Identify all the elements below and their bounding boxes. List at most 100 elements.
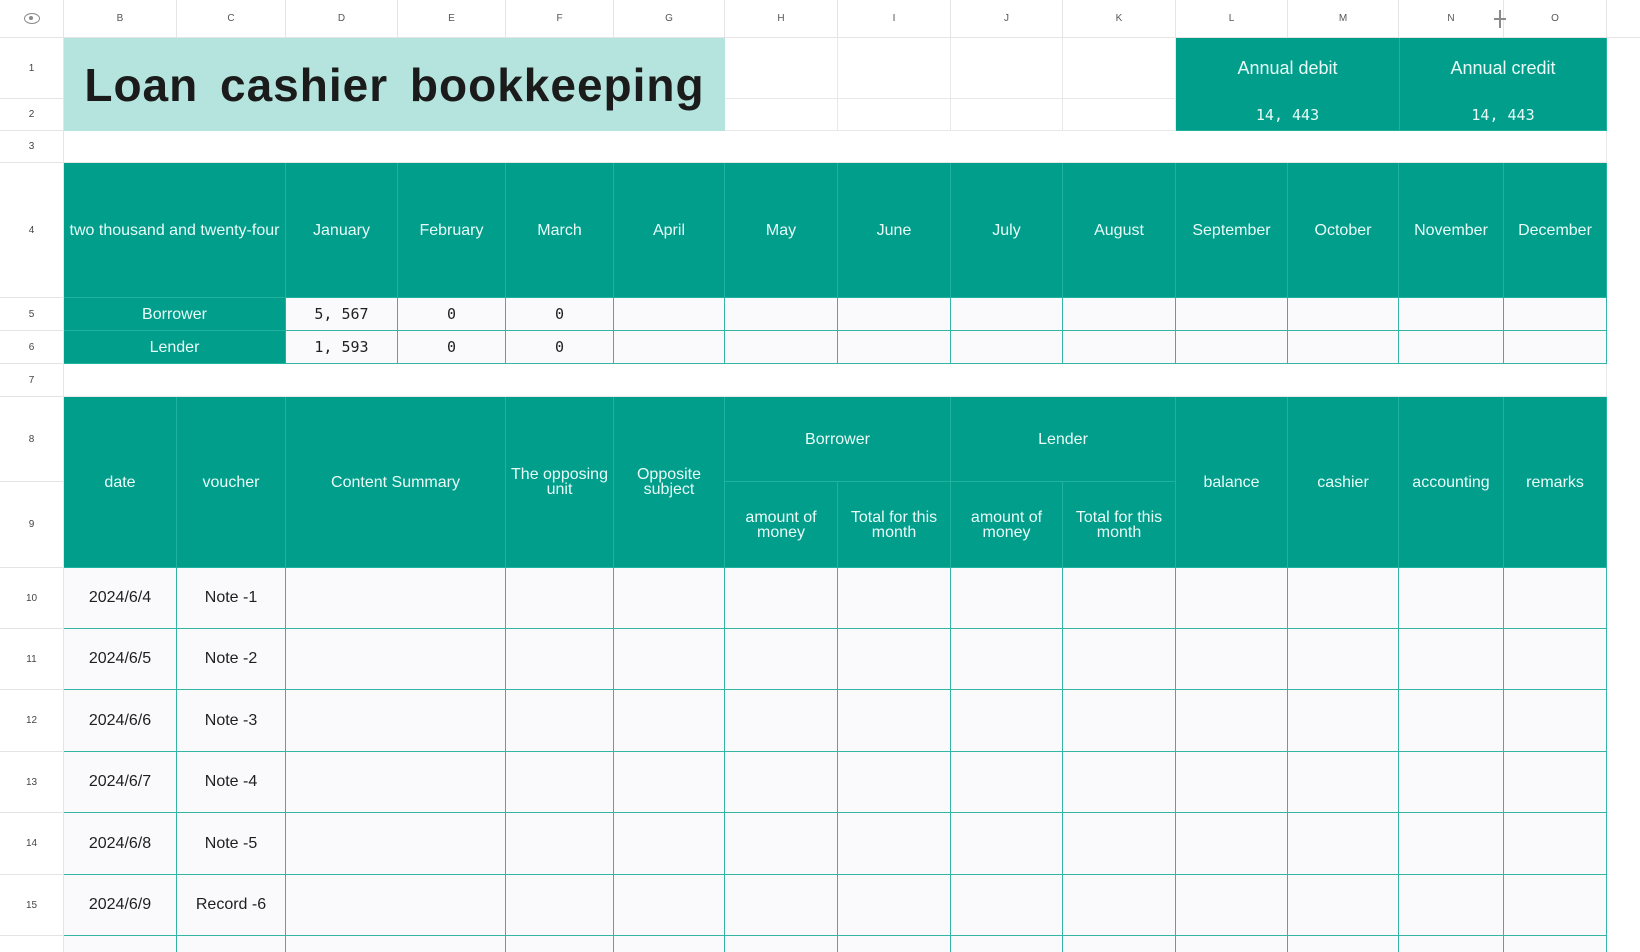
- borrower-july[interactable]: [951, 298, 1063, 331]
- ledger-cell-borrower-amount[interactable]: [725, 875, 838, 936]
- ledger-cell-voucher[interactable]: Note -4: [177, 752, 286, 813]
- column-header-f[interactable]: F: [506, 0, 614, 38]
- annual-debit-value[interactable]: 14, 443: [1176, 99, 1400, 131]
- ledger-cell-opposite-subject[interactable]: [614, 568, 725, 629]
- row-header-3[interactable]: 3: [0, 131, 64, 163]
- ledger-cell-opposing-unit[interactable]: [506, 875, 614, 936]
- row-header-7[interactable]: 7: [0, 364, 64, 397]
- lender-april[interactable]: [614, 331, 725, 364]
- cell-j1[interactable]: [951, 38, 1063, 99]
- row-header-4[interactable]: 4: [0, 163, 64, 298]
- ledger-cell-lender-total[interactable]: [1063, 936, 1176, 952]
- ledger-cell-opposing-unit[interactable]: [506, 936, 614, 952]
- column-header-d[interactable]: D: [286, 0, 398, 38]
- ledger-cell-remarks[interactable]: [1504, 629, 1607, 690]
- ledger-cell-accounting[interactable]: [1399, 629, 1504, 690]
- ledger-cell-lender-amount[interactable]: [951, 568, 1063, 629]
- ledger-cell-balance[interactable]: [1176, 629, 1288, 690]
- lender-june[interactable]: [838, 331, 951, 364]
- cell-h2[interactable]: [725, 99, 838, 131]
- ledger-cell-voucher[interactable]: Note -2: [177, 629, 286, 690]
- ledger-cell-remarks[interactable]: [1504, 752, 1607, 813]
- ledger-cell-opposite-subject[interactable]: [614, 875, 725, 936]
- ledger-cell-cashier[interactable]: [1288, 936, 1399, 952]
- ledger-cell-voucher[interactable]: [177, 936, 286, 952]
- row-header-11[interactable]: 11: [0, 629, 64, 690]
- cell-h1[interactable]: [725, 38, 838, 99]
- ledger-cell-opposite-subject[interactable]: [614, 936, 725, 952]
- row-3-blank[interactable]: [64, 131, 1607, 163]
- row-header-9[interactable]: 9: [0, 482, 64, 568]
- borrower-april[interactable]: [614, 298, 725, 331]
- borrower-january[interactable]: 5, 567: [286, 298, 398, 331]
- row-header-6[interactable]: 6: [0, 331, 64, 364]
- ledger-cell-summary[interactable]: [286, 936, 506, 952]
- ledger-cell-lender-total[interactable]: [1063, 568, 1176, 629]
- row-header-15[interactable]: 15: [0, 875, 64, 936]
- ledger-cell-cashier[interactable]: [1288, 752, 1399, 813]
- ledger-cell-summary[interactable]: [286, 752, 506, 813]
- cell-k1[interactable]: [1063, 38, 1176, 99]
- cell-i1[interactable]: [838, 38, 951, 99]
- select-all-corner[interactable]: [0, 0, 64, 38]
- ledger-cell-lender-total[interactable]: [1063, 690, 1176, 752]
- ledger-cell-opposite-subject[interactable]: [614, 690, 725, 752]
- ledger-cell-date[interactable]: 2024/6/8: [64, 813, 177, 875]
- lender-february[interactable]: 0: [398, 331, 506, 364]
- ledger-cell-borrower-amount[interactable]: [725, 752, 838, 813]
- column-header-h[interactable]: H: [725, 0, 838, 38]
- ledger-cell-summary[interactable]: [286, 629, 506, 690]
- borrower-june[interactable]: [838, 298, 951, 331]
- ledger-cell-borrower-total[interactable]: [838, 875, 951, 936]
- ledger-cell-balance[interactable]: [1176, 813, 1288, 875]
- ledger-cell-remarks[interactable]: [1504, 568, 1607, 629]
- ledger-cell-summary[interactable]: [286, 813, 506, 875]
- ledger-cell-lender-amount[interactable]: [951, 875, 1063, 936]
- ledger-cell-cashier[interactable]: [1288, 690, 1399, 752]
- lender-may[interactable]: [725, 331, 838, 364]
- ledger-cell-borrower-amount[interactable]: [725, 568, 838, 629]
- borrower-september[interactable]: [1176, 298, 1288, 331]
- ledger-cell-accounting[interactable]: [1399, 568, 1504, 629]
- ledger-cell-opposite-subject[interactable]: [614, 629, 725, 690]
- row-header-14[interactable]: 14: [0, 813, 64, 875]
- column-header-b[interactable]: B: [64, 0, 177, 38]
- ledger-cell-borrower-amount[interactable]: [725, 813, 838, 875]
- ledger-cell-accounting[interactable]: [1399, 813, 1504, 875]
- ledger-cell-date[interactable]: [64, 936, 177, 952]
- column-resize-icon[interactable]: [1493, 10, 1507, 28]
- annual-credit-value[interactable]: 14, 443: [1400, 99, 1607, 131]
- ledger-cell-date[interactable]: 2024/6/7: [64, 752, 177, 813]
- lender-september[interactable]: [1176, 331, 1288, 364]
- ledger-cell-cashier[interactable]: [1288, 568, 1399, 629]
- borrower-october[interactable]: [1288, 298, 1399, 331]
- cell-j2[interactable]: [951, 99, 1063, 131]
- ledger-cell-remarks[interactable]: [1504, 813, 1607, 875]
- ledger-cell-opposing-unit[interactable]: [506, 813, 614, 875]
- column-header-n[interactable]: N: [1399, 0, 1504, 38]
- ledger-cell-remarks[interactable]: [1504, 875, 1607, 936]
- borrower-may[interactable]: [725, 298, 838, 331]
- ledger-cell-opposing-unit[interactable]: [506, 568, 614, 629]
- ledger-cell-lender-total[interactable]: [1063, 629, 1176, 690]
- ledger-cell-borrower-amount[interactable]: [725, 936, 838, 952]
- ledger-cell-lender-amount[interactable]: [951, 629, 1063, 690]
- column-header-i[interactable]: I: [838, 0, 951, 38]
- ledger-cell-lender-total[interactable]: [1063, 752, 1176, 813]
- lender-august[interactable]: [1063, 331, 1176, 364]
- column-header-k[interactable]: K: [1063, 0, 1176, 38]
- row-header-10[interactable]: 10: [0, 568, 64, 629]
- lender-january[interactable]: 1, 593: [286, 331, 398, 364]
- borrower-february[interactable]: 0: [398, 298, 506, 331]
- ledger-cell-voucher[interactable]: Note -1: [177, 568, 286, 629]
- borrower-november[interactable]: [1399, 298, 1504, 331]
- cell-k2[interactable]: [1063, 99, 1176, 131]
- ledger-cell-remarks[interactable]: [1504, 936, 1607, 952]
- ledger-cell-lender-total[interactable]: [1063, 875, 1176, 936]
- ledger-cell-date[interactable]: 2024/6/4: [64, 568, 177, 629]
- row-header-12[interactable]: 12: [0, 690, 64, 752]
- ledger-cell-accounting[interactable]: [1399, 936, 1504, 952]
- ledger-cell-voucher[interactable]: Record -6: [177, 875, 286, 936]
- ledger-cell-opposing-unit[interactable]: [506, 629, 614, 690]
- ledger-cell-cashier[interactable]: [1288, 875, 1399, 936]
